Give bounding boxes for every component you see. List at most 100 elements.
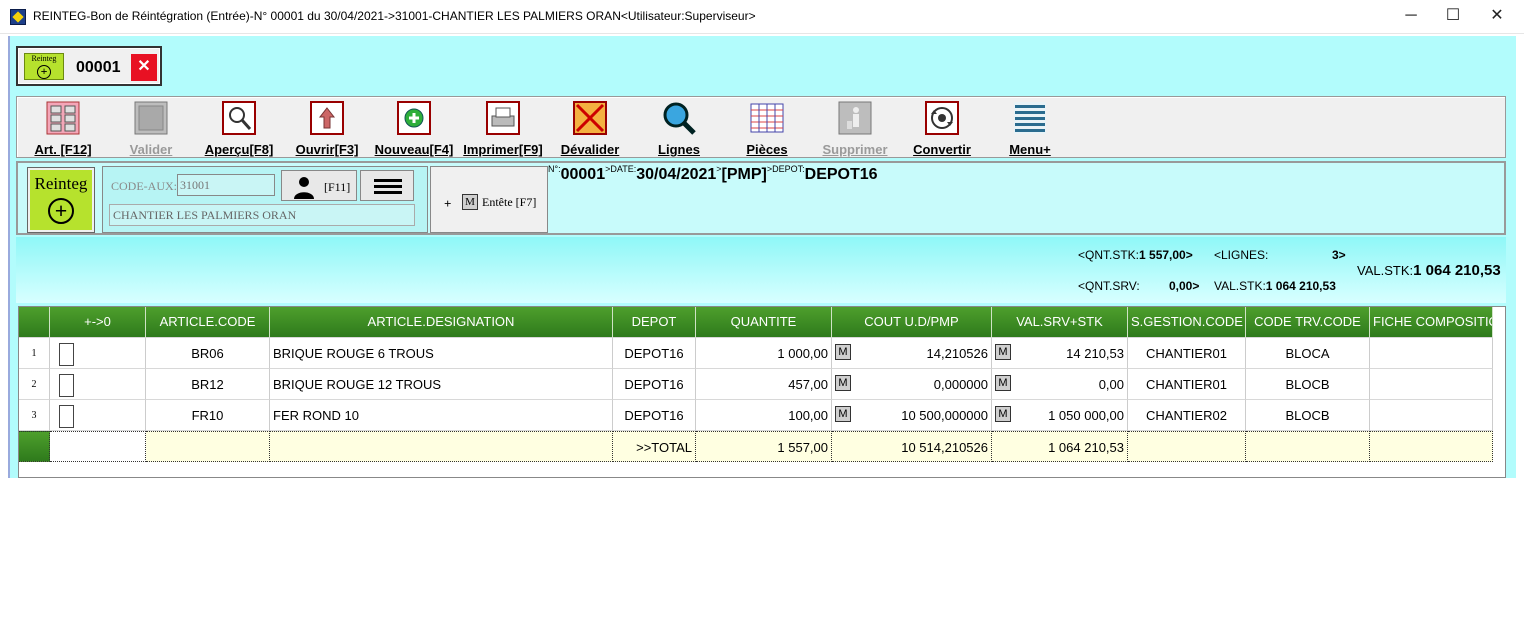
column-header[interactable]: S.GESTION.CODE [1128, 307, 1246, 338]
quantite[interactable]: 1 000,00 [696, 338, 832, 369]
close-tab-button[interactable]: ✕ [131, 54, 157, 81]
column-header[interactable]: DEPOT [613, 307, 696, 338]
m-icon[interactable]: M [835, 406, 851, 422]
lines-label: Lignes [658, 142, 700, 157]
column-header[interactable]: ARTICLE.CODE [146, 307, 270, 338]
new-button[interactable]: Nouveau[F4] [373, 101, 455, 157]
print-button[interactable]: Imprimer[F9] [461, 101, 545, 157]
column-header[interactable]: FICHE COMPOSITIO [1370, 307, 1493, 338]
convert-button[interactable]: Convertir [909, 101, 975, 157]
total-empty [1246, 431, 1370, 462]
client-lookup-button[interactable]: [F11] [281, 170, 357, 201]
total-empty [50, 431, 146, 462]
column-header[interactable]: VAL.SRV+STK [992, 307, 1128, 338]
table-row[interactable]: 3 FR10 FER ROND 10 DEPOT16 100,00 M 10 50… [19, 400, 1493, 431]
code-trv[interactable]: BLOCA [1246, 338, 1370, 369]
open-button[interactable]: Ouvrir[F3] [291, 101, 363, 157]
article-designation[interactable]: BRIQUE ROUGE 12 TROUS [270, 369, 613, 400]
totals-band: <QNT.STK:1 557,00> <LIGNES: 3> <QNT.SRV:… [16, 237, 1506, 303]
row-checkbox[interactable] [59, 343, 74, 367]
m-icon[interactable]: M [995, 406, 1011, 422]
documents-label: Pièces [746, 142, 788, 157]
row-number: 1 [19, 338, 50, 369]
invalidate-icon [573, 101, 607, 135]
qnt-srv-label: <QNT.SRV: [1078, 279, 1140, 293]
table-row[interactable]: 2 BR12 BRIQUE ROUGE 12 TROUS DEPOT16 457… [19, 369, 1493, 400]
code-aux-field[interactable]: 31001 [177, 174, 275, 196]
s-gestion-code[interactable]: CHANTIER01 [1128, 369, 1246, 400]
total-empty [1370, 431, 1493, 462]
documents-button[interactable]: Pièces [735, 101, 799, 157]
code-trv[interactable]: BLOCB [1246, 400, 1370, 431]
article-code[interactable]: FR10 [146, 400, 270, 431]
delete-button[interactable]: Supprimer [817, 101, 893, 157]
maximize-button[interactable]: ☐ [1430, 0, 1476, 34]
s-gestion-code[interactable]: CHANTIER02 [1128, 400, 1246, 431]
depot[interactable]: DEPOT16 [613, 400, 696, 431]
table-row[interactable]: 1 BR06 BRIQUE ROUGE 6 TROUS DEPOT16 1 00… [19, 338, 1493, 369]
s-gestion-code[interactable]: CHANTIER01 [1128, 338, 1246, 369]
lines-button[interactable]: Lignes [649, 101, 709, 157]
column-header[interactable]: +->0 [50, 307, 146, 338]
menu-plus-button[interactable]: Menu+ [1003, 101, 1057, 157]
open-label: Ouvrir[F3] [295, 142, 359, 157]
menu-lines-icon [1013, 101, 1047, 135]
column-header[interactable]: QUANTITE [696, 307, 832, 338]
code-aux-label: CODE-AUX: [111, 179, 177, 193]
validate-button[interactable]: Valider [119, 101, 183, 157]
fiche-composition[interactable] [1370, 400, 1493, 431]
reinteg-large-icon[interactable]: Reinteg + [27, 167, 95, 233]
close-window-button[interactable]: ✕ [1474, 0, 1520, 34]
auxiliary-name-field[interactable]: CHANTIER LES PALMIERS ORAN [109, 204, 415, 226]
total-quantite: 1 557,00 [696, 431, 832, 462]
cout-ud[interactable]: M 10 500,000000 [832, 400, 992, 431]
preview-button[interactable]: Aperçu[F8] [201, 101, 277, 157]
document-info: N°:00001>DATE:30/04/2021>[PMP]>DEPOT:DEP… [548, 164, 878, 184]
depot[interactable]: DEPOT16 [613, 369, 696, 400]
documents-icon [750, 101, 784, 135]
column-header[interactable]: COUT U.D/PMP [832, 307, 992, 338]
column-header[interactable] [19, 307, 50, 338]
val-srv-stk[interactable]: M 0,00 [992, 369, 1128, 400]
val-srv-stk[interactable]: M 14 210,53 [992, 338, 1128, 369]
cout-ud[interactable]: M 14,210526 [832, 338, 992, 369]
fiche-composition[interactable] [1370, 338, 1493, 369]
row-checkbox[interactable] [59, 374, 74, 398]
fiche-composition[interactable] [1370, 369, 1493, 400]
column-header[interactable]: ARTICLE.DESIGNATION [270, 307, 613, 338]
column-header[interactable]: CODE TRV.CODE [1246, 307, 1370, 338]
article-designation[interactable]: FER ROND 10 [270, 400, 613, 431]
row-checkbox[interactable] [59, 405, 74, 429]
quantite[interactable]: 457,00 [696, 369, 832, 400]
hamburger-menu-button[interactable] [360, 170, 414, 201]
entete-button[interactable]: + M Entête [F7] [430, 166, 548, 233]
article-code[interactable]: BR06 [146, 338, 270, 369]
row-number: 3 [19, 400, 50, 431]
convert-icon [925, 101, 959, 135]
depot[interactable]: DEPOT16 [613, 338, 696, 369]
date-value: 30/04/2021 [636, 166, 717, 183]
m-icon[interactable]: M [995, 344, 1011, 360]
article-designation[interactable]: BRIQUE ROUGE 6 TROUS [270, 338, 613, 369]
m-icon[interactable]: M [835, 375, 851, 391]
articles-button[interactable]: Art. [F12] [33, 101, 93, 157]
num-value: 00001 [560, 166, 606, 183]
document-tab[interactable]: Reinteg + 00001 ✕ [16, 46, 162, 86]
hamburger-icon [374, 185, 402, 188]
m-icon[interactable]: M [835, 344, 851, 360]
val-srv-stk[interactable]: M 1 050 000,00 [992, 400, 1128, 431]
m-icon: M [462, 194, 478, 210]
code-trv[interactable]: BLOCB [1246, 369, 1370, 400]
hamburger-icon [374, 191, 402, 194]
document-number: 00001 [76, 59, 121, 76]
article-code[interactable]: BR12 [146, 369, 270, 400]
pmp-value: [PMP] [721, 166, 767, 183]
validate-icon [134, 101, 168, 135]
quantite[interactable]: 100,00 [696, 400, 832, 431]
total-empty [1128, 431, 1246, 462]
minimize-button[interactable]: ─ [1388, 0, 1434, 34]
invalidate-button[interactable]: Dévalider [557, 101, 623, 157]
cout-ud[interactable]: M 0,000000 [832, 369, 992, 400]
m-icon[interactable]: M [995, 375, 1011, 391]
print-label: Imprimer[F9] [463, 142, 543, 157]
